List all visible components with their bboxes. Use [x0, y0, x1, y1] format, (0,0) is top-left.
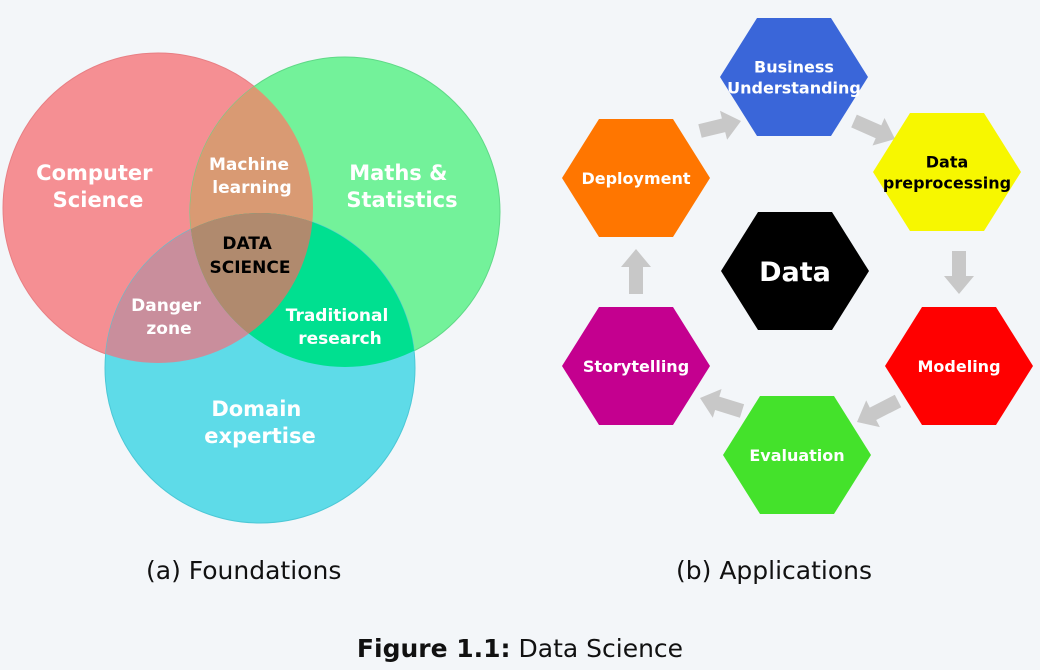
- cycle-arrow: [698, 110, 741, 140]
- label-deployment: Deployment: [581, 169, 690, 188]
- figure-caption-prefix: Figure 1.1:: [356, 634, 511, 663]
- label-storytelling: Storytelling: [583, 357, 689, 376]
- cycle-arrow: [857, 394, 902, 428]
- label-data-center: Data: [759, 257, 831, 288]
- venn-diagram: Computer Science Maths & Statistics Doma…: [2, 52, 501, 524]
- caption-foundations: (a) Foundations: [146, 556, 342, 585]
- figure-caption: Figure 1.1: Data Science: [0, 634, 1040, 663]
- label-evaluation: Evaluation: [749, 446, 844, 465]
- cycle-arrow: [700, 389, 745, 418]
- cycle-diagram: DataBusiness UnderstandingData preprocessi…: [562, 18, 1033, 514]
- hexagon-data-preprocessing: [873, 113, 1021, 231]
- caption-applications: (b) Applications: [676, 556, 873, 585]
- cycle-arrow: [851, 114, 895, 146]
- cycle-arrow: [944, 251, 974, 294]
- cycle-arrow: [621, 249, 651, 294]
- figure-caption-title: Data Science: [518, 634, 684, 663]
- hexagon-business-understanding: [720, 18, 868, 136]
- label-modeling: Modeling: [917, 357, 1000, 376]
